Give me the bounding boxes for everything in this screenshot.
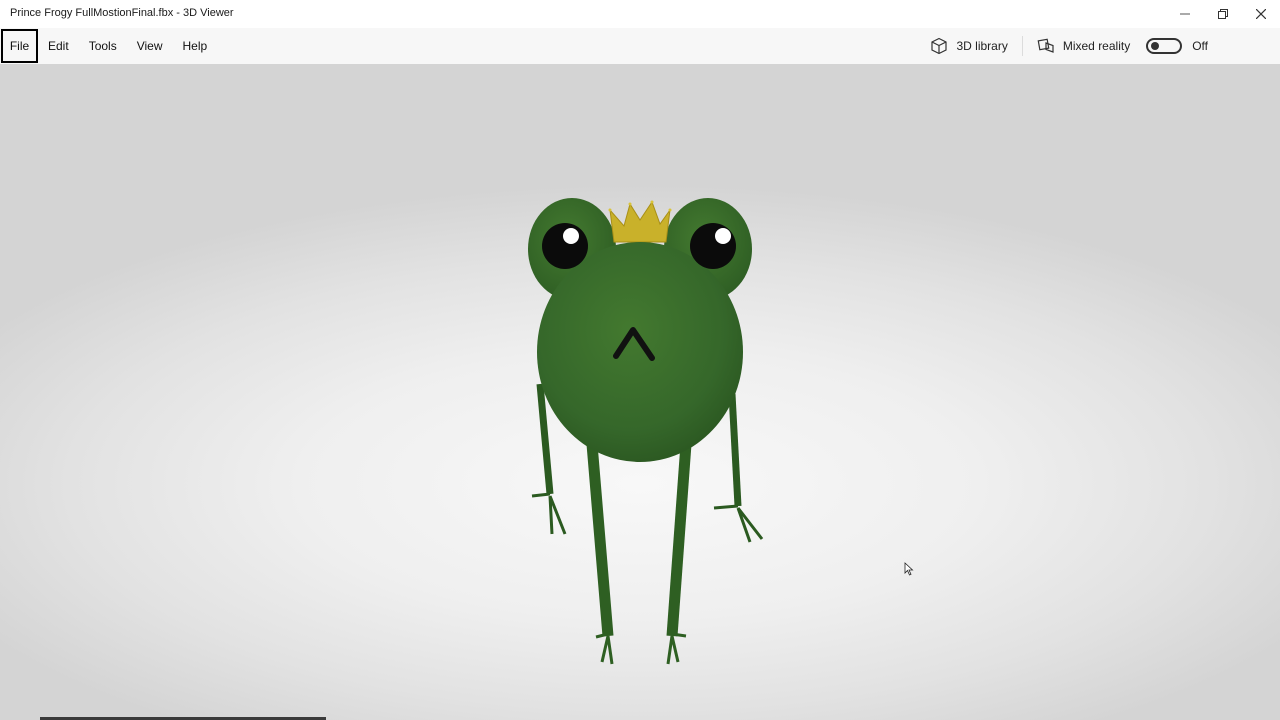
frog-eye-left <box>542 223 588 269</box>
window-controls <box>1166 0 1280 28</box>
title-bar: Prince Frogy FullMostionFinal.fbx - 3D V… <box>0 0 1280 28</box>
frog-leg-right <box>666 443 692 665</box>
mixed-reality-state: Off <box>1192 39 1208 53</box>
mixed-reality-toggle[interactable] <box>1146 38 1183 54</box>
divider <box>1021 36 1023 56</box>
3d-library-button[interactable]: 3D library <box>922 28 1015 64</box>
frog-eye-right <box>690 223 736 269</box>
menu-edit[interactable]: Edit <box>38 29 79 63</box>
menu-bar: File Edit Tools View Help 3D library Mix… <box>0 28 1280 64</box>
close-icon[interactable] <box>1242 0 1280 28</box>
menu-tools[interactable]: Tools <box>79 29 127 63</box>
menu-file[interactable]: File <box>1 29 38 63</box>
minimize-icon[interactable] <box>1166 0 1204 28</box>
cursor-icon <box>904 562 914 576</box>
3d-viewport[interactable] <box>0 64 1280 720</box>
frog-body <box>537 242 743 462</box>
mixed-reality-label: Mixed reality <box>1062 39 1131 53</box>
restore-icon[interactable] <box>1204 0 1242 28</box>
cube-icon <box>931 37 948 55</box>
crown-icon <box>609 200 671 243</box>
toggle-knob <box>1151 42 1160 50</box>
menu-right-group: 3D library Mixed reality Off <box>922 28 1280 64</box>
mixed-reality-button[interactable]: Mixed reality <box>1029 28 1138 64</box>
frog-model[interactable] <box>500 124 800 684</box>
menu-view[interactable]: View <box>127 29 173 63</box>
3d-library-label: 3D library <box>956 39 1008 53</box>
window-title: Prince Frogy FullMostionFinal.fbx - 3D V… <box>10 7 234 19</box>
frog-leg-left <box>586 443 614 665</box>
mixed-reality-icon <box>1037 38 1054 53</box>
menu-help[interactable]: Help <box>173 29 218 63</box>
